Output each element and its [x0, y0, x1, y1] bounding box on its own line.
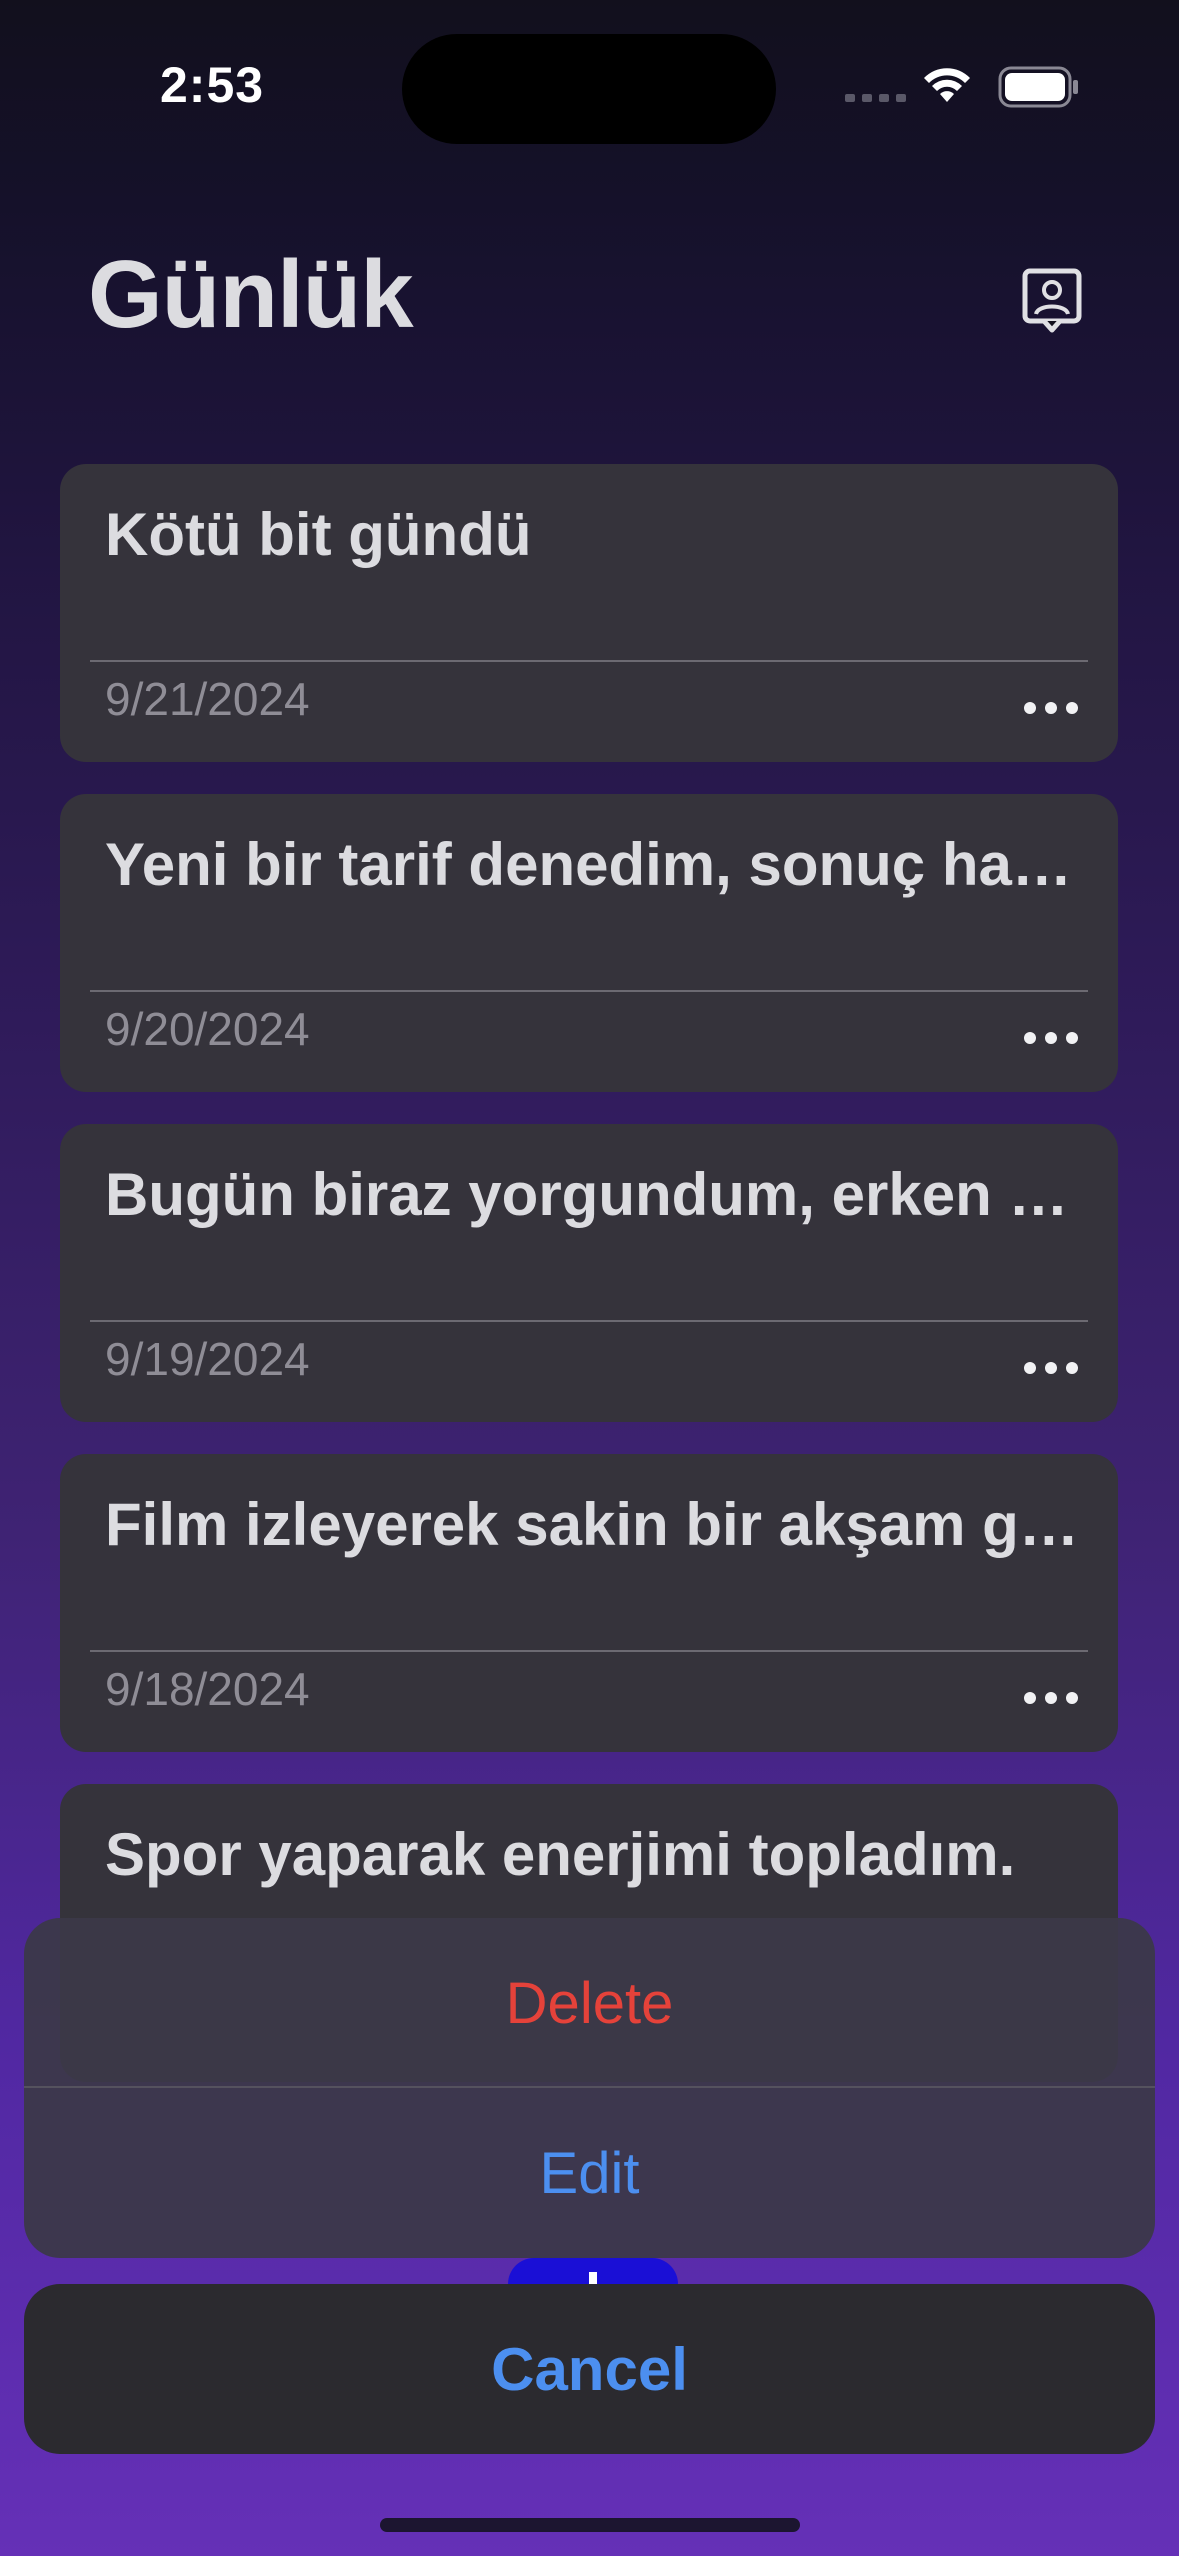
edit-button[interactable]: Edit [24, 2088, 1155, 2258]
entry-date: 9/19/2024 [105, 1333, 310, 1385]
more-options-icon[interactable] [1024, 1032, 1078, 1044]
home-indicator[interactable] [380, 2518, 800, 2532]
entry-text: Film izleyerek sakin bir akşam geçirdim. [105, 1491, 1085, 1558]
profile-card-icon[interactable] [1022, 268, 1082, 334]
battery-icon [998, 66, 1078, 108]
page-title: Günlük [88, 241, 414, 348]
dynamic-island [402, 34, 776, 144]
entry-date: 9/21/2024 [105, 673, 310, 725]
entry-text: Kötü bit gündü [105, 501, 532, 568]
list-item[interactable]: Yeni bir tarif denedim, sonuç harika old… [60, 794, 1118, 1092]
list-item[interactable]: Bugün biraz yorgundum, erken yattım. 9/1… [60, 1124, 1118, 1422]
list-item[interactable]: Film izleyerek sakin bir akşam geçirdim.… [60, 1454, 1118, 1752]
status-bar: 2:53 [0, 0, 1179, 170]
more-options-icon[interactable] [1024, 1362, 1078, 1374]
list-item[interactable]: Kötü bit gündü 9/21/2024 [60, 464, 1118, 762]
divider [90, 990, 1088, 992]
divider [90, 1650, 1088, 1652]
entry-date: 9/20/2024 [105, 1003, 310, 1055]
divider [90, 660, 1088, 662]
cellular-signal-icon [845, 94, 906, 102]
entry-text: Spor yaparak enerjimi topladım. [105, 1821, 1016, 1888]
entry-text: Bugün biraz yorgundum, erken yattım. [105, 1161, 1085, 1228]
wifi-icon [924, 68, 970, 102]
divider [90, 1320, 1088, 1322]
delete-button[interactable]: Delete [24, 1918, 1155, 2088]
more-options-icon[interactable] [1024, 1692, 1078, 1704]
cancel-button[interactable]: Cancel [24, 2284, 1155, 2454]
more-options-icon[interactable] [1024, 702, 1078, 714]
entry-text: Yeni bir tarif denedim, sonuç harika old… [105, 831, 1085, 898]
action-sheet: Delete Edit [24, 1918, 1155, 2258]
status-time: 2:53 [160, 57, 265, 113]
entry-date: 9/18/2024 [105, 1663, 310, 1715]
